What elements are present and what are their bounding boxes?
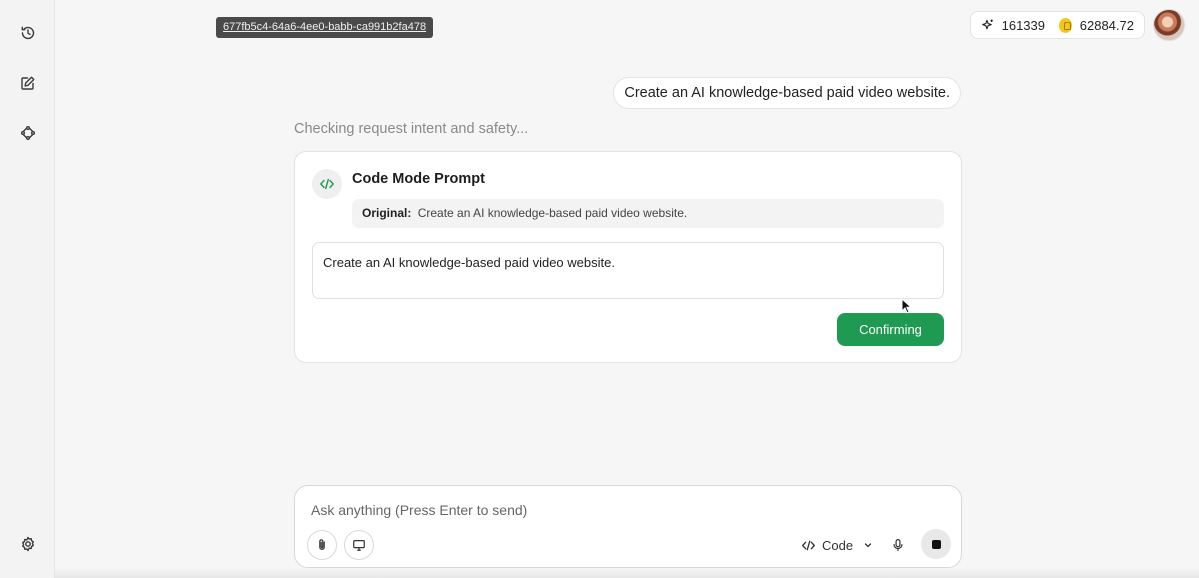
chevron-down-icon [864, 543, 872, 548]
code-icon [320, 178, 334, 190]
mode-select[interactable]: Code [801, 534, 873, 556]
original-prompt: Original: Create an AI knowledge-based p… [352, 199, 944, 228]
monitor-icon [353, 540, 365, 551]
avatar[interactable] [1153, 9, 1185, 41]
edit-icon [21, 76, 35, 90]
original-label: Original: [362, 206, 412, 220]
chat-input[interactable]: Ask anything (Press Enter to send) [311, 502, 527, 518]
code-icon-badge [312, 169, 342, 199]
gear-icon [22, 536, 34, 552]
coins-balance: 62884.72 [1079, 17, 1134, 33]
history-icon [21, 26, 35, 40]
workflow-button[interactable] [14, 119, 42, 147]
code-mode-prompt-card: Code Mode Prompt Original: Create an AI … [294, 151, 962, 363]
prompt-textarea[interactable]: Create an AI knowledge-based paid video … [312, 242, 944, 299]
original-text: Create an AI knowledge-based paid video … [417, 206, 688, 220]
stop-button[interactable] [921, 529, 951, 559]
card-title: Code Mode Prompt [352, 171, 485, 187]
sparkle-icon [982, 19, 993, 30]
chat-input-bar: Ask anything (Press Enter to send) Code [294, 485, 962, 568]
history-button[interactable] [14, 19, 42, 47]
screen-button[interactable] [344, 530, 374, 560]
status-text: Checking request intent and safety... [294, 121, 529, 137]
attach-button[interactable] [307, 530, 337, 560]
mouse-cursor-icon [901, 298, 913, 314]
session-id-tooltip: 677fb5c4-64a6-4ee0-babb-ca991b2fa478 [216, 17, 434, 38]
workflow-icon [21, 126, 35, 140]
user-message: Create an AI knowledge-based paid video … [613, 77, 961, 109]
mic-button[interactable] [889, 536, 907, 554]
stop-icon [931, 539, 941, 549]
settings-button[interactable] [14, 530, 42, 558]
credit-stats: 161339 62884.72 [970, 11, 1145, 39]
microphone-icon [893, 538, 903, 552]
code-icon [802, 540, 815, 550]
confirm-button[interactable]: Confirming [837, 313, 944, 346]
mode-label: Code [822, 537, 854, 553]
credits-count: 161339 [1001, 17, 1045, 33]
paperclip-icon [319, 539, 325, 550]
new-chat-button[interactable] [14, 69, 42, 97]
sidebar [0, 0, 55, 578]
coin-icon [1059, 17, 1072, 33]
bottom-edge [55, 568, 1199, 578]
